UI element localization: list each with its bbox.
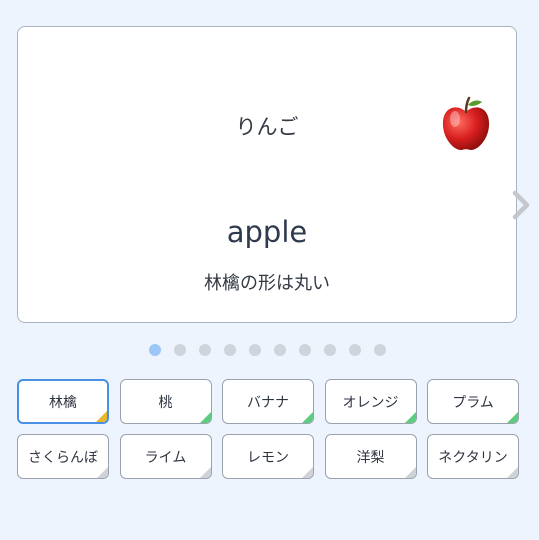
status-corner-marker: [199, 467, 211, 478]
answer-tile-label: バナナ: [247, 394, 289, 411]
apple-icon: [442, 96, 490, 151]
pagination-dot[interactable]: [174, 344, 186, 356]
answer-tile-label: ネクタリン: [438, 449, 508, 466]
status-corner-marker: [507, 412, 518, 423]
pagination-dot[interactable]: [149, 344, 161, 356]
answer-tile[interactable]: ネクタリン: [427, 434, 519, 479]
answer-tile-label: 林檎: [49, 394, 77, 411]
answer-tile-label: ライム: [144, 449, 187, 466]
answer-tile-label: オレンジ: [342, 394, 399, 411]
pagination-dot[interactable]: [374, 344, 386, 356]
pagination-dot[interactable]: [274, 344, 286, 356]
answer-tile[interactable]: 桃: [119, 379, 212, 424]
chevron-right-icon[interactable]: [508, 187, 534, 223]
pagination-dot[interactable]: [324, 344, 336, 356]
answer-tile-label: 洋梨: [356, 449, 385, 466]
pagination-dot[interactable]: [199, 344, 211, 356]
answer-tile[interactable]: オレンジ: [324, 379, 417, 424]
status-corner-marker: [302, 467, 313, 478]
status-corner-marker: [96, 411, 107, 422]
answer-tile[interactable]: バナナ: [222, 379, 314, 424]
pagination-dots: [149, 344, 386, 356]
status-corner-marker: [404, 412, 416, 423]
answer-tiles-grid: 林檎 桃 バナナ オレンジ プラムさくらんぼ ライム レモン 洋梨 ネクタリン: [17, 379, 519, 479]
status-corner-marker: [97, 467, 108, 478]
status-corner-marker: [507, 467, 518, 478]
pagination-dot[interactable]: [224, 344, 236, 356]
card-example-sentence: 林檎の形は丸い: [204, 273, 330, 294]
answer-tile[interactable]: プラム: [427, 379, 519, 424]
pagination-dot[interactable]: [249, 344, 261, 356]
answer-tile-label: プラム: [452, 394, 494, 411]
answer-tile[interactable]: さくらんぼ: [17, 434, 109, 479]
answer-tile-label: さくらんぼ: [28, 449, 98, 466]
answer-tile[interactable]: 洋梨: [324, 434, 417, 479]
answer-tile[interactable]: 林檎: [17, 379, 109, 424]
answer-tile[interactable]: レモン: [222, 434, 314, 479]
answer-tile[interactable]: ライム: [119, 434, 212, 479]
flashcard: りんご apple 林檎の形は丸い: [17, 26, 530, 323]
pagination-dot[interactable]: [299, 344, 311, 356]
status-corner-marker: [302, 412, 313, 423]
status-corner-marker: [199, 412, 211, 423]
pagination-dot[interactable]: [349, 344, 361, 356]
status-corner-marker: [404, 467, 416, 478]
answer-tile-label: レモン: [247, 449, 289, 466]
answer-tile-label: 桃: [158, 394, 173, 411]
card-word: apple: [226, 215, 308, 249]
